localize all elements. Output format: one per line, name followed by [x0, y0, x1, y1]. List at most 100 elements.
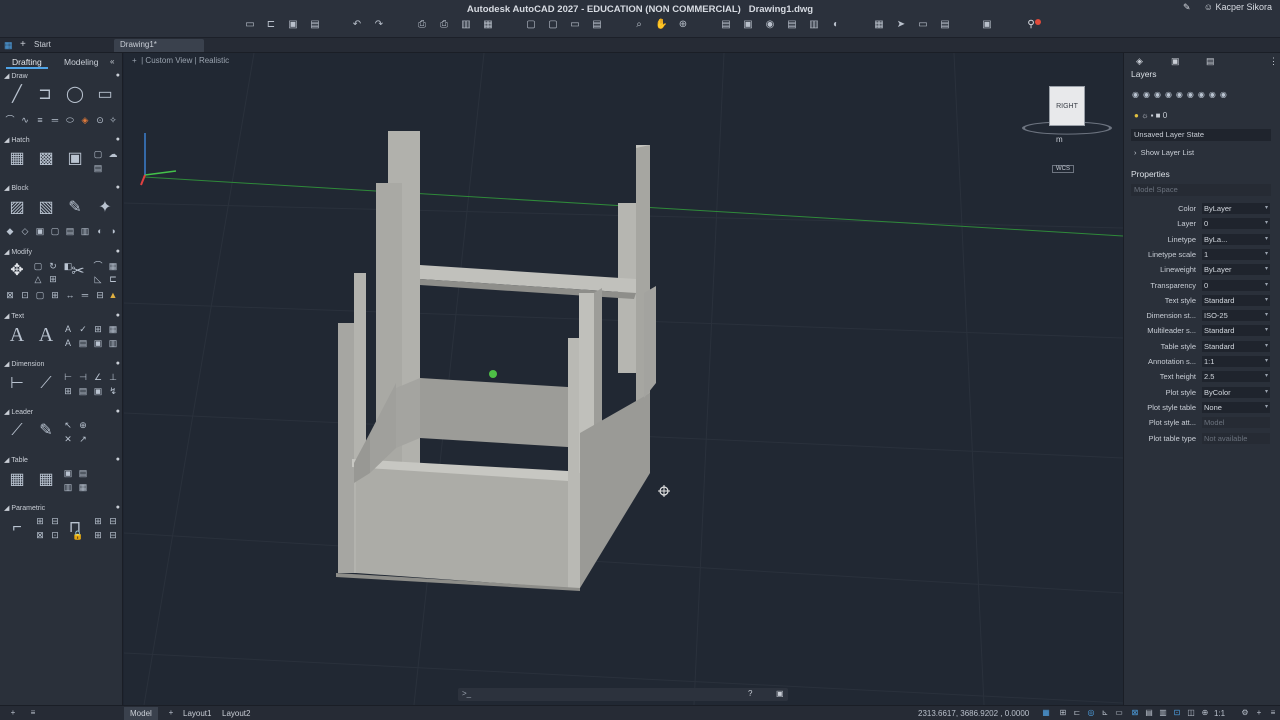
text-align-icon[interactable]: ▦ — [108, 324, 118, 334]
customization-icon[interactable]: + — [1254, 708, 1264, 718]
grip-point[interactable] — [489, 370, 497, 378]
export-icon[interactable]: ▦ — [482, 19, 494, 30]
dropdown-arrow-icon[interactable]: ▾ — [1265, 280, 1268, 291]
dropdown-arrow-icon[interactable]: ▾ — [1265, 203, 1268, 214]
blocks-icon[interactable]: ▣ — [1171, 56, 1180, 67]
section-leader[interactable]: ◢ Leader ● — [4, 408, 120, 416]
selection-filter[interactable]: Model Space — [1131, 184, 1271, 196]
property-value[interactable]: Standard ▾ — [1202, 295, 1270, 306]
ray-tool-icon[interactable]: ✧ — [108, 115, 118, 125]
construction-line-icon[interactable]: ≡ — [35, 115, 45, 125]
gear-icon[interactable]: ● — [116, 136, 120, 143]
property-value[interactable]: Standard ▾ — [1202, 341, 1270, 352]
boundary-tool-icon[interactable]: ▣ — [65, 150, 85, 168]
rotate-tool-icon[interactable]: ↻ — [48, 261, 58, 271]
offset-tool-icon[interactable]: ⊏ — [108, 274, 118, 284]
base-point-icon[interactable]: ▢ — [50, 226, 60, 236]
extend-tool-icon[interactable]: ↔ — [65, 290, 75, 300]
isodraft-icon[interactable]: ▭ — [1114, 708, 1124, 718]
section-hatch[interactable]: ◢ Hatch ● — [4, 136, 120, 144]
layout-icon[interactable]: ▤ — [591, 19, 603, 30]
show-layer-list-toggle[interactable]: › Show Layer List — [1134, 148, 1194, 157]
dimensional-constraint-icon[interactable]: ⊞ — [93, 530, 103, 540]
3d-frame-model[interactable] — [336, 131, 656, 591]
horizontal-constraint-icon[interactable]: ⊞ — [93, 516, 103, 526]
design-center-icon[interactable]: ▥ — [808, 19, 820, 30]
revcloud-icon[interactable]: ☁ — [108, 149, 118, 159]
text-edit-icon[interactable]: ▥ — [108, 338, 118, 348]
pan-icon[interactable]: ✋ — [655, 19, 667, 30]
wipeout-icon[interactable]: ▢ — [93, 149, 103, 159]
circle-tool-icon[interactable]: ◯ — [65, 86, 85, 104]
block-extract-icon[interactable]: ◐ — [95, 226, 105, 236]
sheet-icon[interactable]: ▢ — [525, 19, 537, 30]
table-tool-icon[interactable]: ▦ — [7, 471, 27, 489]
gear-icon[interactable]: ● — [116, 456, 120, 463]
collapse-icon[interactable]: « — [110, 57, 114, 66]
rectangle-tool-icon[interactable]: ▭ — [95, 86, 115, 104]
status-menu-icon[interactable]: ≡ — [1268, 708, 1278, 718]
manage-attr-icon[interactable]: ▥ — [80, 226, 90, 236]
spell-check-icon[interactable]: ✓ — [78, 324, 88, 334]
section-parametric[interactable]: ◢ Parametric ● — [4, 504, 120, 512]
collinear-icon[interactable]: ⊟ — [50, 516, 60, 526]
scale-text-icon[interactable]: A — [63, 338, 73, 348]
dropdown-arrow-icon[interactable]: ▾ — [1265, 218, 1268, 229]
polar-icon[interactable]: ⊾ — [1100, 708, 1110, 718]
coordinates-readout[interactable]: 2313.6617, 3686.9202 , 0.0000 — [918, 707, 1029, 720]
add-icon[interactable]: + — [8, 708, 18, 718]
save-as-icon[interactable]: ▤ — [309, 19, 321, 30]
data-extraction-icon[interactable]: ▣ — [63, 468, 73, 478]
dynamic-ucs-icon[interactable]: ⊕ — [1200, 708, 1210, 718]
lengthen-tool-icon[interactable]: ═ — [80, 290, 90, 300]
align-tool-icon[interactable]: ⊟ — [95, 290, 105, 300]
trim-tool-icon[interactable]: ✂ — [68, 263, 88, 281]
3d-osnap-icon[interactable]: ◫ — [1186, 708, 1196, 718]
wcs-menu[interactable]: WCS — [1052, 165, 1074, 173]
section-table[interactable]: ◢ Table ● — [4, 456, 120, 464]
move-tool-icon[interactable]: ✥ — [7, 262, 27, 280]
table-style-icon[interactable]: ▦ — [36, 471, 56, 489]
property-value[interactable]: 0 ▾ — [1202, 218, 1270, 229]
multileader-icon[interactable]: ⟋ — [7, 422, 27, 440]
property-value[interactable]: ByLa... ▾ — [1202, 234, 1270, 245]
property-value[interactable]: 2.5 ▾ — [1202, 371, 1270, 382]
data-link-icon[interactable]: ◑ — [108, 226, 118, 236]
geometric-constraint-icon[interactable]: ⌐ — [7, 519, 27, 537]
attribute-edit-icon[interactable]: ◇ — [20, 226, 30, 236]
fillet-tool-icon[interactable]: ⌒ — [93, 261, 103, 271]
ellipse-tool-icon[interactable]: ⬭ — [65, 115, 75, 125]
explode-tool-icon[interactable]: ⊡ — [20, 290, 30, 300]
section-block[interactable]: ◢ Block ● — [4, 184, 120, 192]
user-account[interactable]: ☺ Kacper Sikora — [1204, 2, 1272, 12]
spline-tool-icon[interactable]: ∿ — [20, 115, 30, 125]
radius-dim-icon[interactable]: ⊥ — [108, 372, 118, 382]
point-tool-icon[interactable]: ⊙ — [95, 115, 105, 125]
model-tab[interactable]: Model — [124, 707, 158, 720]
markup-icon[interactable]: ▭ — [917, 19, 929, 30]
folder-icon[interactable]: ▭ — [569, 19, 581, 30]
property-value[interactable]: ByLayer ▾ — [1202, 203, 1270, 214]
undo-icon[interactable]: ↶ — [351, 19, 363, 30]
property-value[interactable]: ISO-25 ▾ — [1202, 310, 1270, 321]
dropdown-arrow-icon[interactable]: ▾ — [1265, 249, 1268, 260]
annotation-scale[interactable]: 1:1 — [1214, 707, 1225, 720]
align-leader-icon[interactable]: ✕ — [63, 434, 73, 444]
find-text-icon[interactable]: ⊞ — [93, 324, 103, 334]
viewcube-bottom-label[interactable]: m — [1056, 135, 1063, 144]
lineweight-icon[interactable]: ▤ — [1144, 708, 1154, 718]
section-modify[interactable]: ◢ Modify ● — [4, 248, 120, 256]
dropdown-arrow-icon[interactable]: ▾ — [1265, 371, 1268, 382]
hatch-line-icon[interactable]: ═ — [50, 115, 60, 125]
new-icon[interactable]: ▭ — [244, 19, 256, 30]
layer-icon[interactable]: ◉ — [764, 19, 776, 30]
gear-icon[interactable]: ● — [116, 408, 120, 415]
snap-icon[interactable]: ⊞ — [1058, 708, 1068, 718]
property-value[interactable]: None ▾ — [1202, 402, 1270, 413]
block-editor-icon[interactable]: ▣ — [742, 19, 754, 30]
attribute-icon[interactable]: ◆ — [5, 226, 15, 236]
dropdown-arrow-icon[interactable]: ▾ — [1265, 325, 1268, 336]
library-icon[interactable]: ▣ — [981, 19, 993, 30]
tab-modeling[interactable]: Modeling — [58, 56, 105, 69]
open-icon[interactable]: ⊏ — [265, 19, 277, 30]
